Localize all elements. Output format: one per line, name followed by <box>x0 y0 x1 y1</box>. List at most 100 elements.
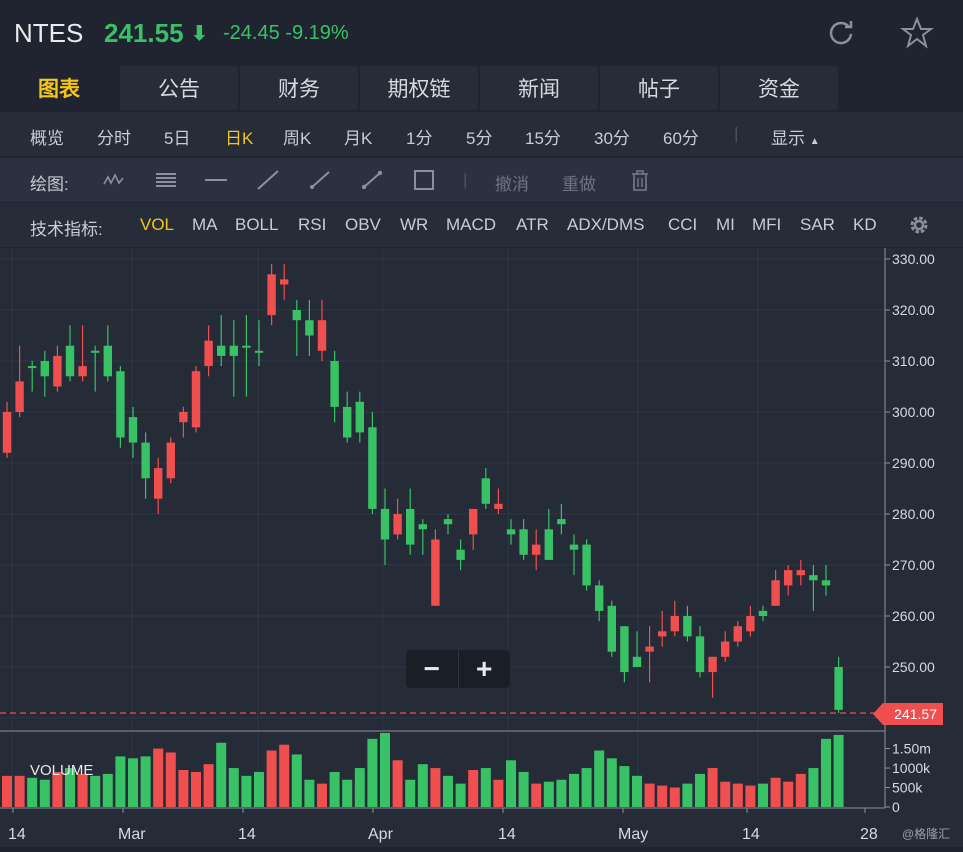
volume-bar <box>254 771 264 807</box>
period-15min[interactable]: 15分 <box>525 124 561 149</box>
period-30min[interactable]: 30分 <box>594 124 630 149</box>
indicator-vol[interactable]: VOL <box>140 215 174 235</box>
indicator-adx-dms[interactable]: ADX/DMS <box>567 215 644 235</box>
volume-bar <box>531 783 542 807</box>
volume-bar <box>657 785 668 807</box>
indicator-sar[interactable]: SAR <box>800 215 835 235</box>
price-change-value: -24.45 <box>223 22 280 44</box>
volume-bar <box>493 779 504 807</box>
volume-bar <box>468 770 479 807</box>
indicator-wr[interactable]: WR <box>400 215 428 235</box>
zigzag-line-icon[interactable] <box>102 169 126 191</box>
volume-bar <box>115 756 126 807</box>
indicator-ma[interactable]: MA <box>192 215 218 235</box>
x-tick-label: 14 <box>498 826 516 843</box>
y-tick-label: 290.00 <box>892 455 935 471</box>
volume-bar <box>543 781 554 807</box>
candle-body <box>758 610 768 616</box>
redo-button[interactable]: 重做 <box>562 170 596 195</box>
candle-body <box>343 406 352 438</box>
period-intraday[interactable]: 分时 <box>97 124 131 149</box>
volume-bar <box>228 768 239 807</box>
candle-body <box>721 641 730 657</box>
zoom-in-button[interactable]: + <box>458 650 510 688</box>
candle-body <box>708 656 717 673</box>
display-menu[interactable]: 显示 ▲ <box>771 124 820 149</box>
star-icon[interactable] <box>900 16 934 50</box>
period-5min[interactable]: 5分 <box>466 124 492 149</box>
gear-icon[interactable] <box>907 213 931 237</box>
undo-button[interactable]: 撤消 <box>495 170 529 195</box>
y-tick-label: 250.00 <box>892 659 935 675</box>
period-bar: 概览 分时 5日 日K 周K 月K 1分 5分 15分 30分 60分 | 显示… <box>0 112 963 156</box>
tab-announcements[interactable]: 公告 <box>120 66 238 110</box>
tab-news[interactable]: 新闻 <box>480 66 598 110</box>
candle-body <box>78 366 87 377</box>
indicator-kd[interactable]: KD <box>853 215 877 235</box>
volume-bar <box>203 764 214 807</box>
candle-body <box>116 371 125 438</box>
price-change: -24.45 -9.19% <box>223 22 349 45</box>
candlestick-chart[interactable]: 330.00 320.00 310.00 300.00 290.00 280.00 270.… <box>0 248 963 847</box>
indicator-mi[interactable]: MI <box>716 215 735 235</box>
volume-bars <box>2 733 844 807</box>
candle-body <box>40 361 49 377</box>
trend-line-icon[interactable] <box>256 169 280 191</box>
volume-bar <box>758 783 768 807</box>
caret-up-icon: ▲ <box>809 136 820 147</box>
volume-bar <box>821 738 831 807</box>
tab-capital-flow[interactable]: 资金 <box>720 66 838 110</box>
candle-body <box>595 585 604 611</box>
chart-area[interactable]: 330.00 320.00 310.00 300.00 290.00 280.00 270.… <box>0 248 963 847</box>
period-60min[interactable]: 60分 <box>663 124 699 149</box>
tab-chart[interactable]: 图表 <box>0 66 118 110</box>
period-overview[interactable]: 概览 <box>30 124 64 149</box>
indicator-obv[interactable]: OBV <box>345 215 381 235</box>
indicator-macd[interactable]: MACD <box>446 215 496 235</box>
candle-body <box>834 667 843 710</box>
candle-body <box>28 366 37 369</box>
candle-body <box>670 616 679 632</box>
indicator-boll[interactable]: BOLL <box>235 215 278 235</box>
volume-bar <box>506 760 516 807</box>
volume-bar <box>833 734 844 807</box>
candle-body <box>620 626 629 673</box>
candles <box>2 264 843 713</box>
period-5day[interactable]: 5日 <box>164 124 190 149</box>
horizontal-line-icon[interactable] <box>204 169 228 191</box>
refresh-icon[interactable] <box>826 18 856 48</box>
indicator-cci[interactable]: CCI <box>668 215 697 235</box>
volume-bar <box>140 756 151 807</box>
x-tick-label: 14 <box>742 826 760 843</box>
zoom-out-button[interactable]: − <box>406 650 458 688</box>
segment-line-icon[interactable] <box>360 169 384 191</box>
indicator-rsi[interactable]: RSI <box>298 215 326 235</box>
tab-financials[interactable]: 财务 <box>240 66 358 110</box>
period-1min[interactable]: 1分 <box>406 124 432 149</box>
trash-icon[interactable] <box>628 169 652 191</box>
rectangle-icon[interactable] <box>412 169 436 191</box>
volume-bar <box>594 750 605 807</box>
ray-line-icon[interactable] <box>308 169 332 191</box>
period-weekly[interactable]: 周K <box>283 124 311 149</box>
period-daily[interactable]: 日K <box>225 124 253 149</box>
volume-bar <box>241 775 252 807</box>
volume-bar <box>783 781 794 807</box>
drawing-toolbar: 绘图: | 撤消 重做 <box>0 158 963 202</box>
candle-body <box>292 310 301 321</box>
volume-bar <box>279 744 290 807</box>
indicator-atr[interactable]: ATR <box>516 215 549 235</box>
fibonacci-icon[interactable] <box>154 169 178 191</box>
period-monthly[interactable]: 月K <box>344 124 372 149</box>
candle-body <box>393 514 402 535</box>
candle-body <box>229 345 238 356</box>
tab-options-chain[interactable]: 期权链 <box>360 66 478 110</box>
tab-posts[interactable]: 帖子 <box>600 66 718 110</box>
volume-bar <box>480 768 491 807</box>
candle-body <box>821 580 831 586</box>
candle-body <box>733 626 742 642</box>
indicator-mfi[interactable]: MFI <box>752 215 781 235</box>
candle-body <box>431 539 440 606</box>
price-change-percent: -9.19% <box>285 22 349 44</box>
volume-bar <box>795 773 806 807</box>
